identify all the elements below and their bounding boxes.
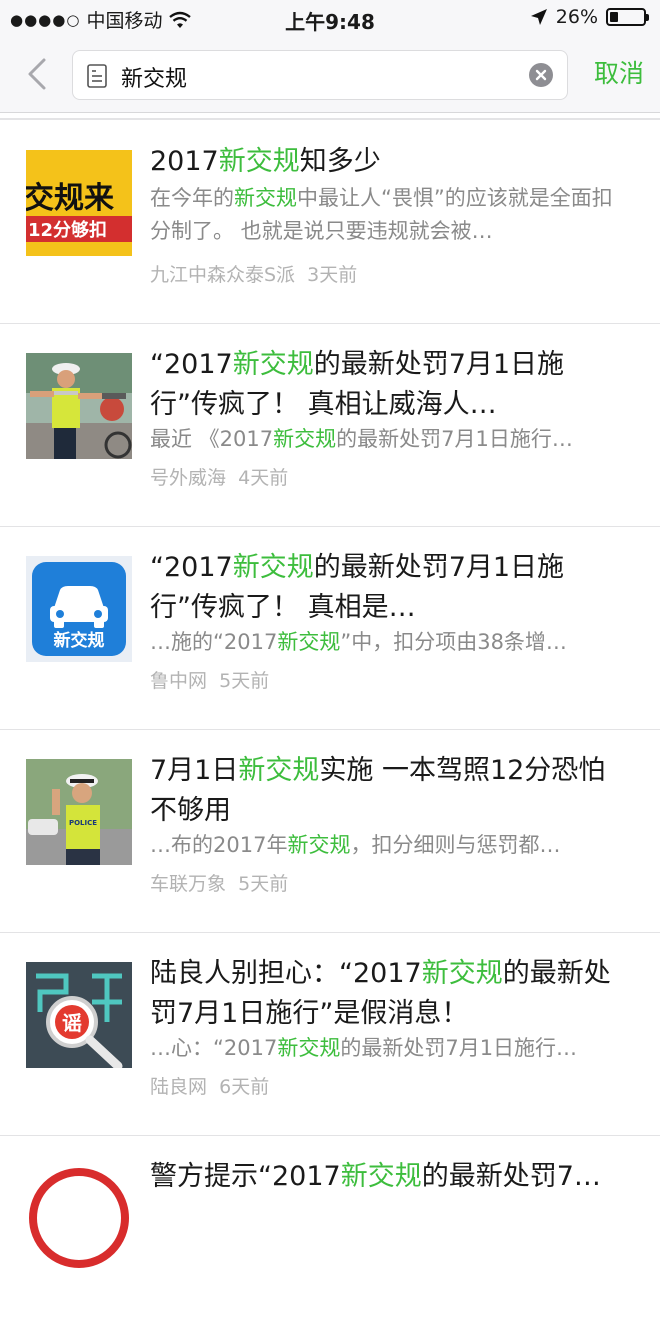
result-source: 陆良网 — [150, 1076, 208, 1098]
thumb-text: POLICE — [69, 819, 97, 827]
rumor-magnifier-icon: 谣 — [26, 962, 132, 1068]
battery-icon — [606, 8, 649, 26]
chevron-left-icon — [28, 58, 46, 90]
result-item[interactable]: “2017新交规的最新处罚7月1日施行”传疯了！ 真相让威海人… 最近 《201… — [0, 323, 660, 527]
result-snippet: 最近 《2017新交规的最新处罚7月1日施行… — [150, 427, 573, 451]
article-icon — [87, 64, 107, 88]
result-meta: 车联万象 5天前 — [150, 869, 288, 896]
search-input[interactable]: 新交规 — [121, 61, 187, 93]
police-officer-photo: POLICE — [26, 759, 132, 865]
back-button[interactable] — [18, 52, 58, 96]
result-title: “2017新交规的最新处罚7月1日施行”传疯了！ 真相是… — [150, 552, 565, 623]
result-thumbnail — [26, 353, 132, 459]
result-title: 2017新交规知多少 — [150, 146, 381, 177]
result-title: “2017新交规的最新处罚7月1日施行”传疯了！ 真相让威海人… — [150, 349, 565, 420]
clear-icon — [535, 69, 547, 81]
result-snippet: …心：“2017新交规的最新处罚7月1日施行… — [150, 1036, 578, 1060]
result-snippet: 在今年的新交规中最让人“畏惧”的应该就是全面扣分制了。 也就是说只要违规就会被… — [150, 186, 613, 243]
traffic-rules-banner-image: 交规来 12分够扣 — [26, 150, 132, 256]
result-thumbnail: POLICE — [26, 759, 132, 865]
thumb-text-1: 交规来 — [26, 181, 114, 216]
cancel-button[interactable]: 取消 — [594, 54, 644, 90]
result-snippet: …布的2017年新交规，扣分细则与惩罚都… — [150, 833, 561, 857]
search-header: 新交规 取消 — [0, 38, 660, 113]
result-meta: 号外威海 4天前 — [150, 463, 288, 490]
result-thumbnail: 交规来 12分够扣 — [26, 150, 132, 256]
status-bar: ●●●●○ 中国移动 上午9:48 26% — [0, 0, 660, 38]
search-field[interactable]: 新交规 — [72, 50, 568, 100]
status-right: 26% — [530, 6, 649, 28]
result-meta: 陆良网 6天前 — [150, 1072, 269, 1099]
result-time: 6天前 — [219, 1076, 270, 1098]
location-arrow-icon — [530, 9, 547, 25]
thumb-text: 谣 — [62, 1011, 82, 1035]
result-item[interactable]: 交规来 12分够扣 2017新交规知多少 在今年的新交规中最让人“畏惧”的应该就… — [0, 120, 660, 324]
traffic-police-photo — [26, 353, 132, 459]
result-meta: 九江中森众泰S派 3天前 — [150, 260, 357, 287]
result-source: 九江中森众泰S派 — [150, 264, 296, 286]
thumb-text-2: 12分够扣 — [28, 219, 107, 241]
result-snippet: …施的“2017新交规”中，扣分项由38条增… — [150, 630, 567, 654]
result-item[interactable]: 警方提示“2017新交规的最新处罚7… — [0, 1135, 660, 1338]
result-item[interactable]: POLICE 7月1日新交规实施 一本驾照12分恐怕不够用 …布的2017年新交… — [0, 729, 660, 933]
result-item[interactable]: 新交规 “2017新交规的最新处罚7月1日施行”传疯了！ 真相是… …施的“20… — [0, 526, 660, 730]
result-title: 陆良人别担心：“2017新交规的最新处罚7月1日施行”是假消息！ — [150, 958, 611, 1029]
result-time: 5天前 — [238, 873, 289, 895]
result-thumbnail — [26, 1165, 132, 1271]
car-app-icon: 新交规 — [26, 556, 132, 662]
result-title: 7月1日新交规实施 一本驾照12分恐怕不够用 — [150, 755, 606, 826]
result-source: 号外威海 — [150, 467, 227, 489]
result-thumbnail: 谣 — [26, 962, 132, 1068]
police-warning-icon — [26, 1165, 132, 1271]
result-meta: 鲁中网 5天前 — [150, 666, 269, 693]
result-time: 3天前 — [307, 264, 358, 286]
result-source: 鲁中网 — [150, 670, 208, 692]
clear-search-button[interactable] — [529, 63, 553, 87]
thumb-text: 新交规 — [54, 630, 105, 651]
result-time: 4天前 — [238, 467, 289, 489]
result-source: 车联万象 — [150, 873, 227, 895]
result-thumbnail: 新交规 — [26, 556, 132, 662]
result-time: 5天前 — [219, 670, 270, 692]
result-item[interactable]: 谣 陆良人别担心：“2017新交规的最新处罚7月1日施行”是假消息！ …心：“2… — [0, 932, 660, 1136]
result-title: 警方提示“2017新交规的最新处罚7… — [150, 1161, 601, 1192]
battery-percent: 26% — [555, 6, 598, 28]
